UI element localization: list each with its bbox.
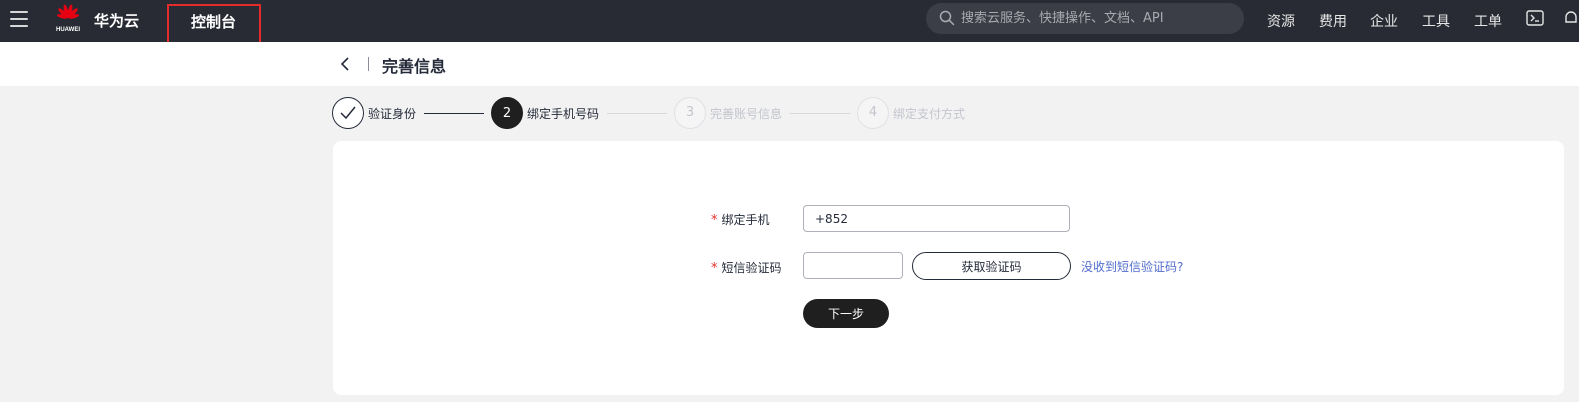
logo-wordmark: HUAWEI <box>56 27 80 33</box>
brand-name[interactable]: 华为云 <box>94 10 139 31</box>
step-connector-3 <box>790 113 850 114</box>
required-marker: * <box>711 213 718 228</box>
notification-bell-icon[interactable] <box>1563 10 1579 26</box>
nav-tickets[interactable]: 工单 <box>1474 11 1502 31</box>
search-icon <box>939 10 955 26</box>
no-code-help-link[interactable]: 没收到短信验证码? <box>1081 258 1183 275</box>
nav-resources[interactable]: 资源 <box>1267 11 1295 31</box>
step-4-circle: 4 <box>857 97 889 129</box>
huawei-flower-icon <box>56 4 80 19</box>
next-step-button[interactable]: 下一步 <box>803 299 889 328</box>
get-code-button[interactable]: 获取验证码 <box>912 252 1071 280</box>
step-2-circle: 2 <box>491 97 523 129</box>
sms-code-label: * 短信验证码 <box>711 259 782 276</box>
page-header: 完善信息 <box>0 42 1579 86</box>
phone-label: * 绑定手机 <box>711 211 770 228</box>
cloud-shell-icon[interactable] <box>1526 10 1544 26</box>
required-marker: * <box>711 261 718 276</box>
nav-enterprise[interactable]: 企业 <box>1370 11 1398 31</box>
huawei-logo[interactable]: HUAWEI <box>53 3 83 37</box>
page-title: 完善信息 <box>382 57 447 76</box>
phone-label-text: 绑定手机 <box>721 213 770 227</box>
search-input[interactable] <box>961 3 1231 34</box>
step-3-label: 完善账号信息 <box>710 107 783 121</box>
step-3-circle: 3 <box>674 97 706 129</box>
step-4-label: 绑定支付方式 <box>893 107 966 121</box>
sms-code-input[interactable] <box>803 252 903 279</box>
step-connector-2 <box>607 113 667 114</box>
console-link[interactable]: 控制台 <box>167 4 261 44</box>
step-connector-1 <box>424 113 484 114</box>
title-divider <box>368 57 369 71</box>
top-navigation-bar: HUAWEI 华为云 控制台 资源 费用 企业 工具 工单 <box>0 0 1579 44</box>
nav-billing[interactable]: 费用 <box>1319 11 1347 31</box>
nav-tools[interactable]: 工具 <box>1422 11 1450 31</box>
back-arrow-icon[interactable] <box>338 56 352 72</box>
hamburger-menu-icon[interactable] <box>10 11 28 27</box>
checkmark-icon <box>340 106 356 120</box>
step-1-circle <box>332 97 364 129</box>
step-2-label: 绑定手机号码 <box>527 107 600 121</box>
global-search[interactable] <box>926 3 1244 34</box>
phone-number-input[interactable] <box>803 205 1070 232</box>
step-1-label: 验证身份 <box>368 107 417 121</box>
sms-code-label-text: 短信验证码 <box>721 261 782 275</box>
